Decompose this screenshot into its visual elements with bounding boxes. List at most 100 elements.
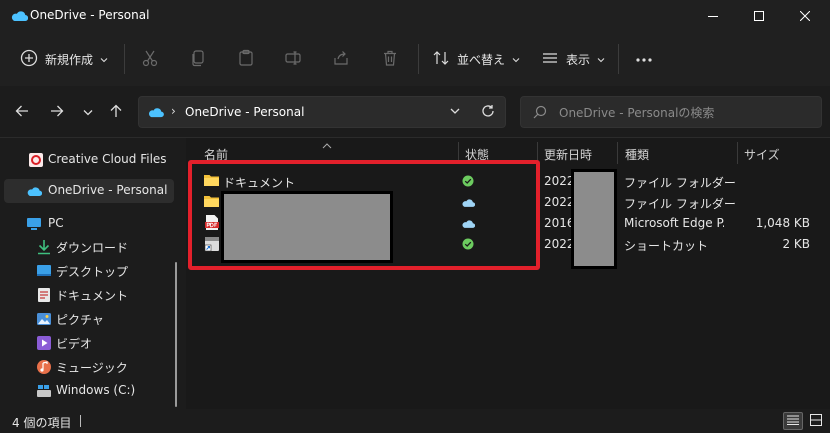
maximize-button[interactable] <box>736 0 782 32</box>
share-button[interactable] <box>326 44 356 74</box>
column-header-date[interactable]: 更新日時 <box>544 146 592 163</box>
sidebar-item-pc[interactable]: PC <box>4 212 174 236</box>
file-date: 2022/ <box>544 195 574 209</box>
chevron-down-icon <box>83 105 93 119</box>
pc-icon <box>26 216 42 232</box>
highlight-box <box>188 160 540 270</box>
onedrive-icon <box>26 183 42 199</box>
sidebar-item-label: ビデオ <box>56 337 93 351</box>
minimize-button[interactable] <box>690 0 736 32</box>
drive-icon <box>36 383 52 399</box>
tiles-view-button[interactable] <box>806 412 826 430</box>
rename-button[interactable] <box>278 44 308 74</box>
address-bar[interactable]: › OneDrive - Personal <box>138 96 506 128</box>
sidebar-item-creative-cloud[interactable]: Creative Cloud Files <box>4 148 174 172</box>
search-icon <box>533 105 547 122</box>
sidebar-item-label: デスクトップ <box>56 265 129 279</box>
search-input[interactable] <box>559 103 809 123</box>
column-header-type[interactable]: 種類 <box>625 146 649 163</box>
sort-indicator-icon <box>322 138 332 152</box>
onedrive-icon <box>10 10 29 22</box>
sort-button-label: 並べ替え <box>457 52 506 67</box>
sidebar-item-videos[interactable]: ビデオ <box>4 331 174 355</box>
videos-icon <box>36 335 52 351</box>
status-bar: 4 個の項目 <box>0 409 830 433</box>
chevron-down-icon <box>100 52 108 66</box>
view-button[interactable]: 表示 <box>541 44 605 74</box>
item-count: 4 個の項目 <box>12 416 72 430</box>
column-divider[interactable] <box>737 142 738 164</box>
sidebar-item-label: ダウンロード <box>56 241 129 255</box>
rename-icon <box>284 49 302 70</box>
scissors-icon <box>141 49 159 70</box>
details-view-icon <box>787 414 799 428</box>
chevron-down-icon <box>512 52 520 66</box>
up-button[interactable] <box>104 100 128 124</box>
details-view-button[interactable] <box>783 412 803 430</box>
new-button[interactable]: 新規作成 <box>20 44 108 74</box>
sidebar-item-onedrive[interactable]: OneDrive - Personal <box>4 179 174 203</box>
more-options-button[interactable] <box>629 44 659 74</box>
sidebar-item-label: OneDrive - Personal <box>48 183 168 197</box>
forward-button[interactable] <box>45 100 69 124</box>
file-type: Microsoft Edge P... <box>624 216 724 230</box>
paste-button[interactable] <box>231 44 261 74</box>
status-divider <box>80 415 81 427</box>
file-type: ファイル フォルダー <box>624 176 736 190</box>
sidebar-item-label: Creative Cloud Files <box>48 152 167 166</box>
cut-button[interactable] <box>135 44 165 74</box>
more-icon <box>635 52 653 66</box>
close-button[interactable] <box>782 0 828 32</box>
window-title: OneDrive - Personal <box>30 8 150 22</box>
sort-icon <box>432 49 450 70</box>
search-box[interactable] <box>520 96 822 128</box>
title-bar: OneDrive - Personal <box>0 0 830 32</box>
plus-circle-icon <box>20 49 38 70</box>
sort-button[interactable]: 並べ替え <box>432 44 520 74</box>
trash-icon <box>381 49 399 70</box>
new-button-label: 新規作成 <box>45 52 94 67</box>
music-icon <box>36 359 52 375</box>
sidebar-item-downloads[interactable]: ダウンロード <box>4 235 174 259</box>
column-header-size[interactable]: サイズ <box>744 146 780 163</box>
clipboard-icon <box>237 49 255 70</box>
sidebar-item-label: ミュージック <box>56 361 128 375</box>
file-type: ショートカット <box>624 239 709 253</box>
file-date: 2022/ <box>544 174 574 188</box>
arrow-left-icon <box>15 104 29 121</box>
onedrive-icon <box>147 107 164 121</box>
share-icon <box>332 49 350 70</box>
sidebar-item-label: ドキュメント <box>56 289 129 303</box>
documents-icon <box>36 287 52 303</box>
file-date: 2016/ <box>544 216 574 230</box>
column-divider[interactable] <box>617 142 618 164</box>
file-type: ファイル フォルダー <box>624 197 736 211</box>
chevron-down-icon <box>597 52 605 66</box>
creative-cloud-icon <box>28 152 44 168</box>
sidebar-item-music[interactable]: ミュージック <box>4 355 174 379</box>
breadcrumb-onedrive[interactable]: OneDrive - Personal <box>185 105 304 119</box>
delete-button[interactable] <box>375 44 405 74</box>
toolbar-divider <box>418 44 419 74</box>
sidebar-item-desktop[interactable]: デスクトップ <box>4 259 174 283</box>
sidebar-scrollbar[interactable] <box>175 262 177 407</box>
address-history-button[interactable] <box>449 105 461 120</box>
sidebar-item-documents[interactable]: ドキュメント <box>4 283 174 307</box>
arrow-right-icon <box>50 104 64 121</box>
back-button[interactable] <box>10 100 34 124</box>
file-date: 2022/ <box>544 237 574 251</box>
toolbar-divider <box>124 44 125 74</box>
file-size: 1,048 KB <box>755 216 810 230</box>
copy-icon <box>189 49 207 70</box>
copy-button[interactable] <box>183 44 213 74</box>
file-size: 2 KB <box>782 237 810 251</box>
redacted-dates <box>571 169 617 269</box>
sidebar-item-windows-drive[interactable]: Windows (C:) <box>4 379 174 403</box>
recent-locations-button[interactable] <box>76 100 100 124</box>
sidebar-item-label: ピクチャ <box>56 313 104 327</box>
view-list-icon <box>541 49 559 70</box>
sidebar-item-pictures[interactable]: ピクチャ <box>4 307 174 331</box>
pictures-icon <box>36 311 52 327</box>
tiles-view-icon <box>810 413 822 429</box>
refresh-icon[interactable] <box>481 104 495 121</box>
